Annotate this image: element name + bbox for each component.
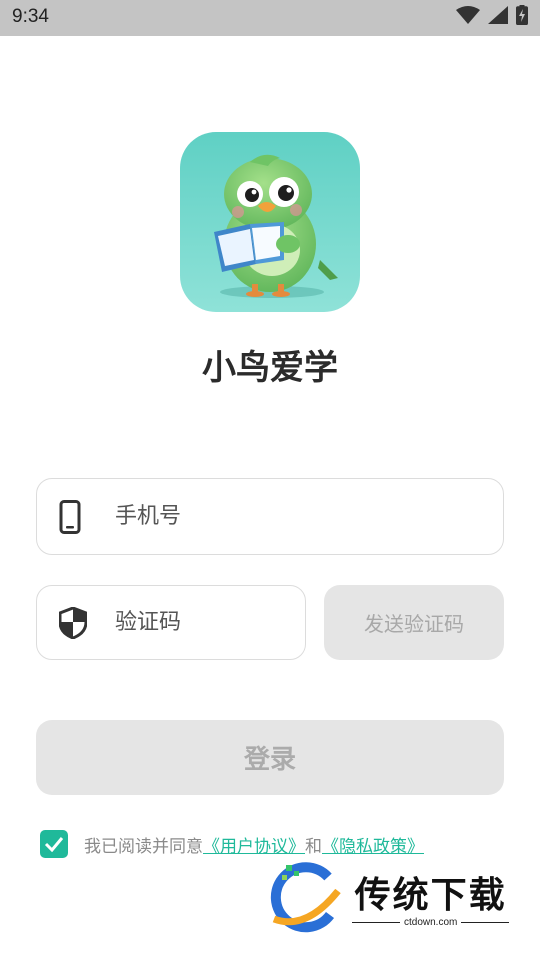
agreement-checkbox[interactable] (40, 830, 68, 858)
user-agreement-link[interactable]: 《用户协议》 (203, 832, 305, 857)
checkmark-icon (44, 837, 64, 852)
cellular-signal-icon (488, 6, 508, 28)
verification-code-input[interactable] (115, 586, 289, 659)
phone-input[interactable] (115, 479, 487, 554)
shield-icon (59, 606, 87, 639)
status-bar: 9:34 (0, 0, 540, 36)
parrot-reading-book-icon (180, 132, 360, 312)
phone-field[interactable] (36, 478, 504, 555)
agreement-conjunction: 和 (305, 836, 322, 857)
app-icon (180, 132, 360, 312)
app-title: 小鸟爱学 (202, 348, 338, 388)
status-time: 9:34 (12, 6, 49, 27)
watermark-subtitle: ctdown.com (404, 916, 458, 928)
battery-charging-icon (516, 5, 528, 29)
wifi-icon (456, 6, 480, 28)
verification-code-field[interactable] (36, 585, 306, 660)
send-code-button[interactable]: 发送验证码 (324, 585, 504, 660)
watermark-logo-icon (268, 861, 344, 941)
watermark: 传统下载 ctdown.com (268, 862, 518, 940)
watermark-title: 传统下载 (354, 874, 507, 916)
agreement-text: 我已阅读并同意 (84, 836, 203, 857)
login-button[interactable]: 登录 (36, 720, 504, 795)
status-icons (456, 5, 528, 29)
privacy-policy-link[interactable]: 《隐私政策》 (322, 832, 424, 857)
phone-icon (59, 499, 81, 534)
agreement-row: 我已阅读并同意 《用户协议》 和 《隐私政策》 (40, 829, 424, 859)
watermark-subtitle-row: ctdown.com (352, 916, 510, 928)
